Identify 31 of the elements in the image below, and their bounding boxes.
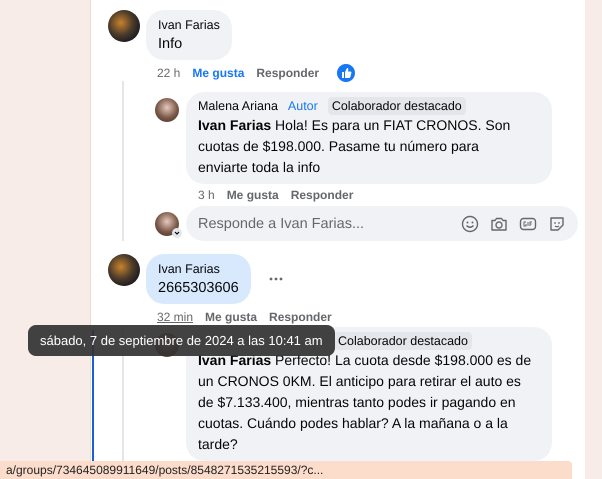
avatar[interactable] bbox=[155, 98, 179, 122]
like-link[interactable]: Me gusta bbox=[205, 310, 258, 324]
reply-composer[interactable]: Responde a Ivan Farias... bbox=[186, 206, 578, 241]
reply-link[interactable]: Responder bbox=[290, 188, 354, 202]
author-name[interactable]: Ivan Farias bbox=[158, 261, 239, 278]
like-reaction-icon[interactable] bbox=[337, 64, 356, 82]
reply-text: Ivan Farias Hola! Es para un FIAT CRONOS. Son cuotas de $198.000. Pasame tu número para enviarte toda la info bbox=[198, 116, 512, 177]
emoji-icon[interactable] bbox=[461, 214, 479, 232]
author-name[interactable]: Ivan Farias bbox=[158, 17, 220, 34]
reply-input-field[interactable]: Responde a Ivan Farias... bbox=[198, 216, 450, 232]
contributor-badge: Colaborador destacado bbox=[328, 97, 466, 115]
like-link[interactable]: Me gusta bbox=[192, 66, 244, 80]
more-options-icon[interactable] bbox=[268, 277, 283, 281]
timestamp-link[interactable]: 32 min bbox=[157, 310, 194, 324]
avatar[interactable] bbox=[108, 10, 140, 42]
timestamp-link[interactable]: 3 h bbox=[198, 188, 215, 202]
contributor-badge: Colaborador destacado bbox=[334, 332, 472, 350]
status-bar-url: a/groups/734645089911649/posts/8548271535215593/?c... bbox=[0, 461, 572, 479]
timestamp-link[interactable]: 22 h bbox=[157, 66, 180, 80]
sticker-icon[interactable] bbox=[548, 214, 566, 232]
reply-link[interactable]: Responder bbox=[256, 66, 320, 80]
chevron-icon[interactable] bbox=[172, 228, 182, 238]
reply-link[interactable]: Responder bbox=[269, 310, 332, 324]
timestamp-tooltip: sábado, 7 de septiembre de 2024 a las 10:41 am bbox=[28, 325, 335, 356]
author-label: Autor bbox=[286, 98, 319, 114]
avatar[interactable] bbox=[108, 254, 140, 286]
like-link[interactable]: Me gusta bbox=[226, 188, 279, 202]
comment-text: 2665303606 bbox=[158, 279, 239, 298]
avatar[interactable] bbox=[155, 212, 179, 236]
author-name[interactable]: Malena Ariana bbox=[198, 99, 278, 113]
comment-text: Info bbox=[158, 35, 184, 54]
